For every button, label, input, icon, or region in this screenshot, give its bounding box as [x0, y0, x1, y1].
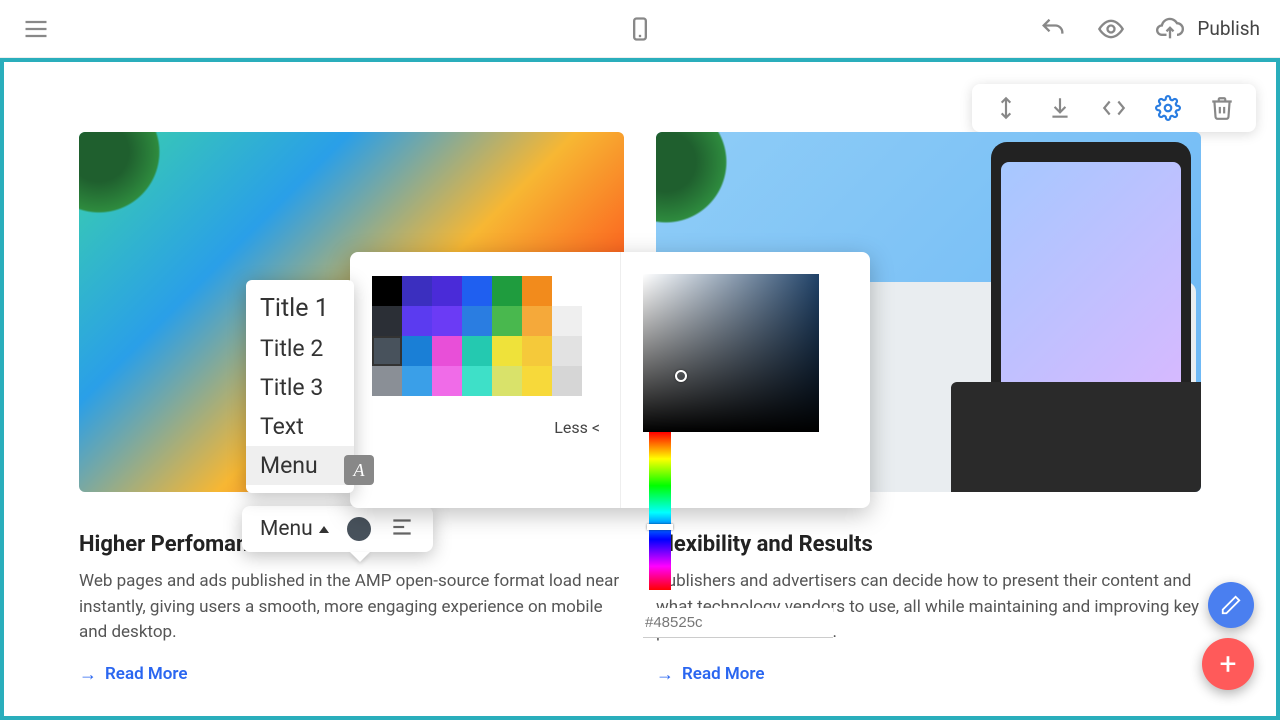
color-swatch[interactable] — [552, 306, 582, 336]
hamburger-menu-icon[interactable] — [20, 13, 52, 45]
color-swatch[interactable] — [552, 276, 582, 306]
color-swatch[interactable] — [372, 306, 402, 336]
color-swatch[interactable] — [432, 306, 462, 336]
color-swatch[interactable] — [432, 276, 462, 306]
pencil-icon — [1220, 594, 1242, 616]
publish-button[interactable]: Publish — [1153, 15, 1260, 43]
color-picker-popover: Less < — [350, 252, 870, 508]
card-body: Web pages and ads published in the AMP o… — [79, 569, 624, 646]
color-swatch[interactable] — [402, 336, 432, 366]
color-swatch[interactable] — [492, 276, 522, 306]
preview-eye-icon[interactable] — [1095, 13, 1127, 45]
delete-block-button[interactable] — [1208, 94, 1236, 122]
hex-input[interactable] — [643, 608, 833, 638]
mobile-preview-icon[interactable] — [624, 13, 656, 45]
text-color-swatch[interactable] — [347, 517, 371, 541]
cloud-upload-icon — [1153, 15, 1187, 43]
move-block-button[interactable] — [992, 94, 1020, 122]
arrow-right-icon: → — [79, 664, 97, 685]
text-style-dropdown: Title 1 Title 2 Title 3 Text Menu A — [246, 280, 354, 493]
color-swatch[interactable] — [462, 276, 492, 306]
color-swatch[interactable] — [402, 366, 432, 396]
color-swatch[interactable] — [522, 336, 552, 366]
color-swatch[interactable] — [432, 366, 462, 396]
style-option-title3[interactable]: Title 3 — [246, 368, 354, 407]
color-swatch[interactable] — [462, 366, 492, 396]
undo-icon[interactable] — [1037, 13, 1069, 45]
color-swatch[interactable] — [372, 276, 402, 306]
add-block-fab[interactable]: + — [1202, 638, 1254, 690]
publish-label: Publish — [1197, 17, 1260, 40]
color-swatch[interactable] — [432, 336, 462, 366]
arrow-right-icon: → — [656, 664, 674, 685]
swatch-grid — [372, 276, 600, 396]
collapse-palette-link[interactable]: Less < — [554, 418, 600, 437]
section-toolbar — [972, 84, 1256, 132]
text-align-button[interactable] — [389, 514, 415, 544]
text-style-label: Menu — [260, 517, 313, 541]
color-swatch[interactable] — [492, 366, 522, 396]
style-option-text[interactable]: Text — [246, 407, 354, 446]
color-swatch[interactable] — [462, 306, 492, 336]
download-block-button[interactable] — [1046, 94, 1074, 122]
color-swatch[interactable] — [372, 366, 402, 396]
read-more-label: Read More — [105, 664, 187, 684]
plus-icon: + — [1219, 647, 1236, 682]
style-option-title1[interactable]: Title 1 — [246, 288, 354, 329]
caret-up-icon — [319, 526, 329, 533]
color-swatch[interactable] — [372, 336, 402, 366]
color-swatch[interactable] — [522, 306, 552, 336]
hue-slider[interactable] — [649, 432, 671, 590]
read-more-label: Read More — [682, 664, 764, 684]
sv-handle[interactable] — [675, 370, 687, 382]
read-more-link[interactable]: → Read More — [656, 664, 1201, 685]
text-format-toolbar: Menu — [242, 506, 433, 552]
code-block-button[interactable] — [1100, 94, 1128, 122]
top-toolbar: Publish — [0, 0, 1280, 58]
color-swatch[interactable] — [522, 366, 552, 396]
font-style-badge-icon[interactable]: A — [344, 455, 374, 485]
read-more-link[interactable]: → Read More — [79, 664, 624, 685]
color-swatch[interactable] — [522, 276, 552, 306]
settings-block-button[interactable] — [1154, 94, 1182, 122]
edit-fab[interactable] — [1208, 582, 1254, 628]
color-swatch[interactable] — [552, 366, 582, 396]
saturation-value-area[interactable] — [643, 274, 819, 432]
color-swatch[interactable] — [402, 306, 432, 336]
color-swatch[interactable] — [492, 306, 522, 336]
color-swatch[interactable] — [552, 336, 582, 366]
color-swatch[interactable] — [492, 336, 522, 366]
editor-canvas: Higher Perfomance Web pages and ads publ… — [0, 58, 1280, 720]
style-option-menu[interactable]: Menu — [246, 446, 354, 485]
style-option-title2[interactable]: Title 2 — [246, 329, 354, 368]
text-style-select[interactable]: Menu — [260, 517, 329, 541]
color-swatch[interactable] — [462, 336, 492, 366]
card-title: Flexibility and Results — [656, 532, 1201, 557]
color-swatch[interactable] — [402, 276, 432, 306]
hue-handle[interactable] — [647, 524, 673, 530]
